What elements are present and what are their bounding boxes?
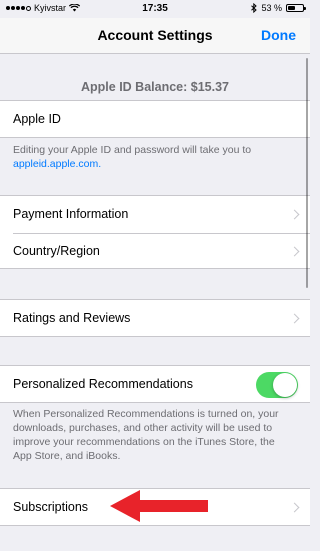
subscriptions-label: Subscriptions — [13, 500, 89, 514]
apple-id-footnote: Editing your Apple ID and password will … — [13, 143, 288, 171]
status-bar: Kyivstar 17:35 53 % — [0, 0, 310, 18]
personalized-recommendations-row: Personalized Recommendations — [0, 365, 310, 403]
toggle-knob — [273, 373, 297, 397]
red-arrow-annotation — [110, 490, 208, 522]
battery-icon — [286, 4, 306, 12]
chevron-right-icon — [289, 313, 300, 324]
apple-id-row[interactable]: Apple ID — [0, 100, 310, 138]
chevron-right-icon — [289, 502, 300, 513]
status-bar-right: 53 % — [251, 3, 306, 13]
personalized-recommendations-toggle[interactable] — [256, 372, 298, 398]
country-region-label: Country/Region — [13, 244, 100, 258]
appleid-link[interactable]: appleid.apple.com. — [13, 158, 101, 170]
battery-percent: 53 % — [261, 3, 282, 13]
ratings-reviews-label: Ratings and Reviews — [13, 311, 131, 325]
battery-fill — [288, 6, 296, 10]
apple-id-label: Apple ID — [13, 112, 61, 126]
payment-information-label: Payment Information — [13, 207, 129, 221]
recommendations-footnote: When Personalized Recommendations is tur… — [13, 408, 279, 462]
navigation-bar: Account Settings Done — [0, 18, 310, 54]
apple-id-balance: Apple ID Balance: $15.37 — [81, 80, 229, 94]
apple-id-footnote-text: Editing your Apple ID and password will … — [13, 144, 252, 156]
chevron-right-icon — [289, 209, 300, 220]
chevron-right-icon — [289, 246, 300, 257]
scroll-indicator[interactable] — [305, 58, 308, 288]
account-settings-screen: Kyivstar 17:35 53 % Account Settings Don… — [0, 0, 310, 551]
payment-country-group: Payment Information Country/Region — [0, 195, 310, 269]
bluetooth-icon — [251, 3, 258, 13]
personalized-recommendations-label: Personalized Recommendations — [13, 377, 193, 391]
country-region-row[interactable]: Country/Region — [0, 233, 310, 270]
done-button[interactable]: Done — [261, 27, 296, 43]
ratings-reviews-row[interactable]: Ratings and Reviews — [0, 299, 310, 337]
payment-information-row[interactable]: Payment Information — [0, 196, 310, 233]
